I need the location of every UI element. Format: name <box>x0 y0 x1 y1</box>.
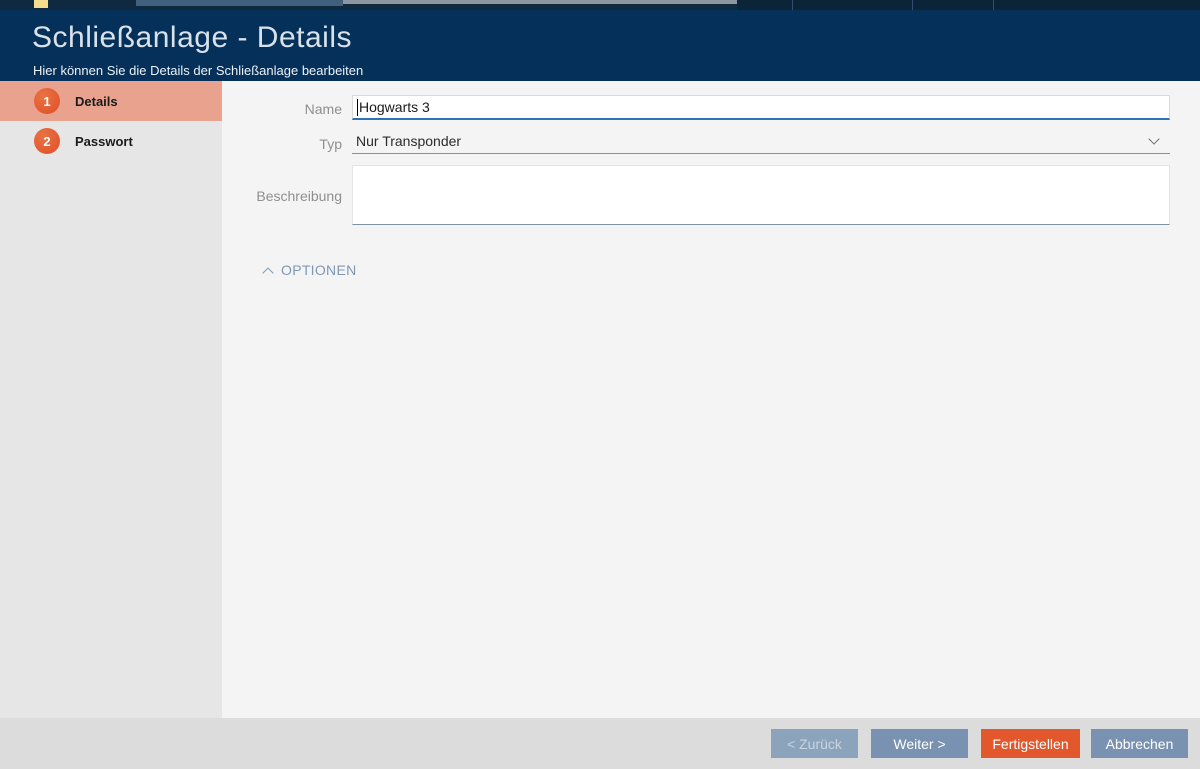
dialog-schliessanlage-details: Schließanlage - Details Hier können Sie … <box>0 0 1200 769</box>
step-number-badge: 1 <box>34 88 60 114</box>
step-label: Passwort <box>75 134 133 149</box>
page-subtitle: Hier können Sie die Details der Schließa… <box>33 63 363 78</box>
finish-button[interactable]: Fertigstellen <box>981 729 1080 758</box>
step-item-passwort[interactable]: 2 Passwort <box>0 121 222 161</box>
beschreibung-label: Beschreibung <box>222 188 342 204</box>
background-segment <box>343 0 737 4</box>
background-segment <box>737 0 1200 10</box>
dialog-header: Schließanlage - Details Hier können Sie … <box>0 10 1200 81</box>
beschreibung-textarea[interactable] <box>352 165 1170 225</box>
step-label: Details <box>75 94 118 109</box>
typ-label: Typ <box>222 136 342 152</box>
cancel-button[interactable]: Abbrechen <box>1091 729 1188 758</box>
dialog-footer: < Zurück Weiter > Fertigstellen Abbreche… <box>0 718 1200 769</box>
optionen-label: OPTIONEN <box>281 262 357 278</box>
typ-select[interactable]: Nur Transponder <box>352 129 1170 154</box>
background-divider <box>792 0 793 10</box>
step-item-details[interactable]: 1 Details <box>0 81 222 121</box>
chevron-up-icon <box>262 267 273 278</box>
background-divider <box>912 0 913 10</box>
step-number-badge: 2 <box>34 128 60 154</box>
name-input-value: Hogwarts 3 <box>359 99 430 115</box>
chevron-down-icon <box>1148 133 1159 144</box>
optionen-toggle[interactable]: OPTIONEN <box>264 262 357 278</box>
name-label: Name <box>222 101 342 117</box>
background-divider <box>993 0 994 10</box>
background-segment <box>136 0 343 6</box>
page-title: Schließanlage - Details <box>32 21 352 55</box>
typ-select-value: Nur Transponder <box>356 133 461 149</box>
background-segment <box>34 0 48 8</box>
wizard-steps-sidebar: 1 Details 2 Passwort <box>0 81 222 718</box>
text-cursor <box>357 99 358 116</box>
back-button[interactable]: < Zurück <box>771 729 858 758</box>
background-window-strip <box>0 0 1200 10</box>
name-input[interactable]: Hogwarts 3 <box>352 95 1170 120</box>
next-button[interactable]: Weiter > <box>871 729 968 758</box>
